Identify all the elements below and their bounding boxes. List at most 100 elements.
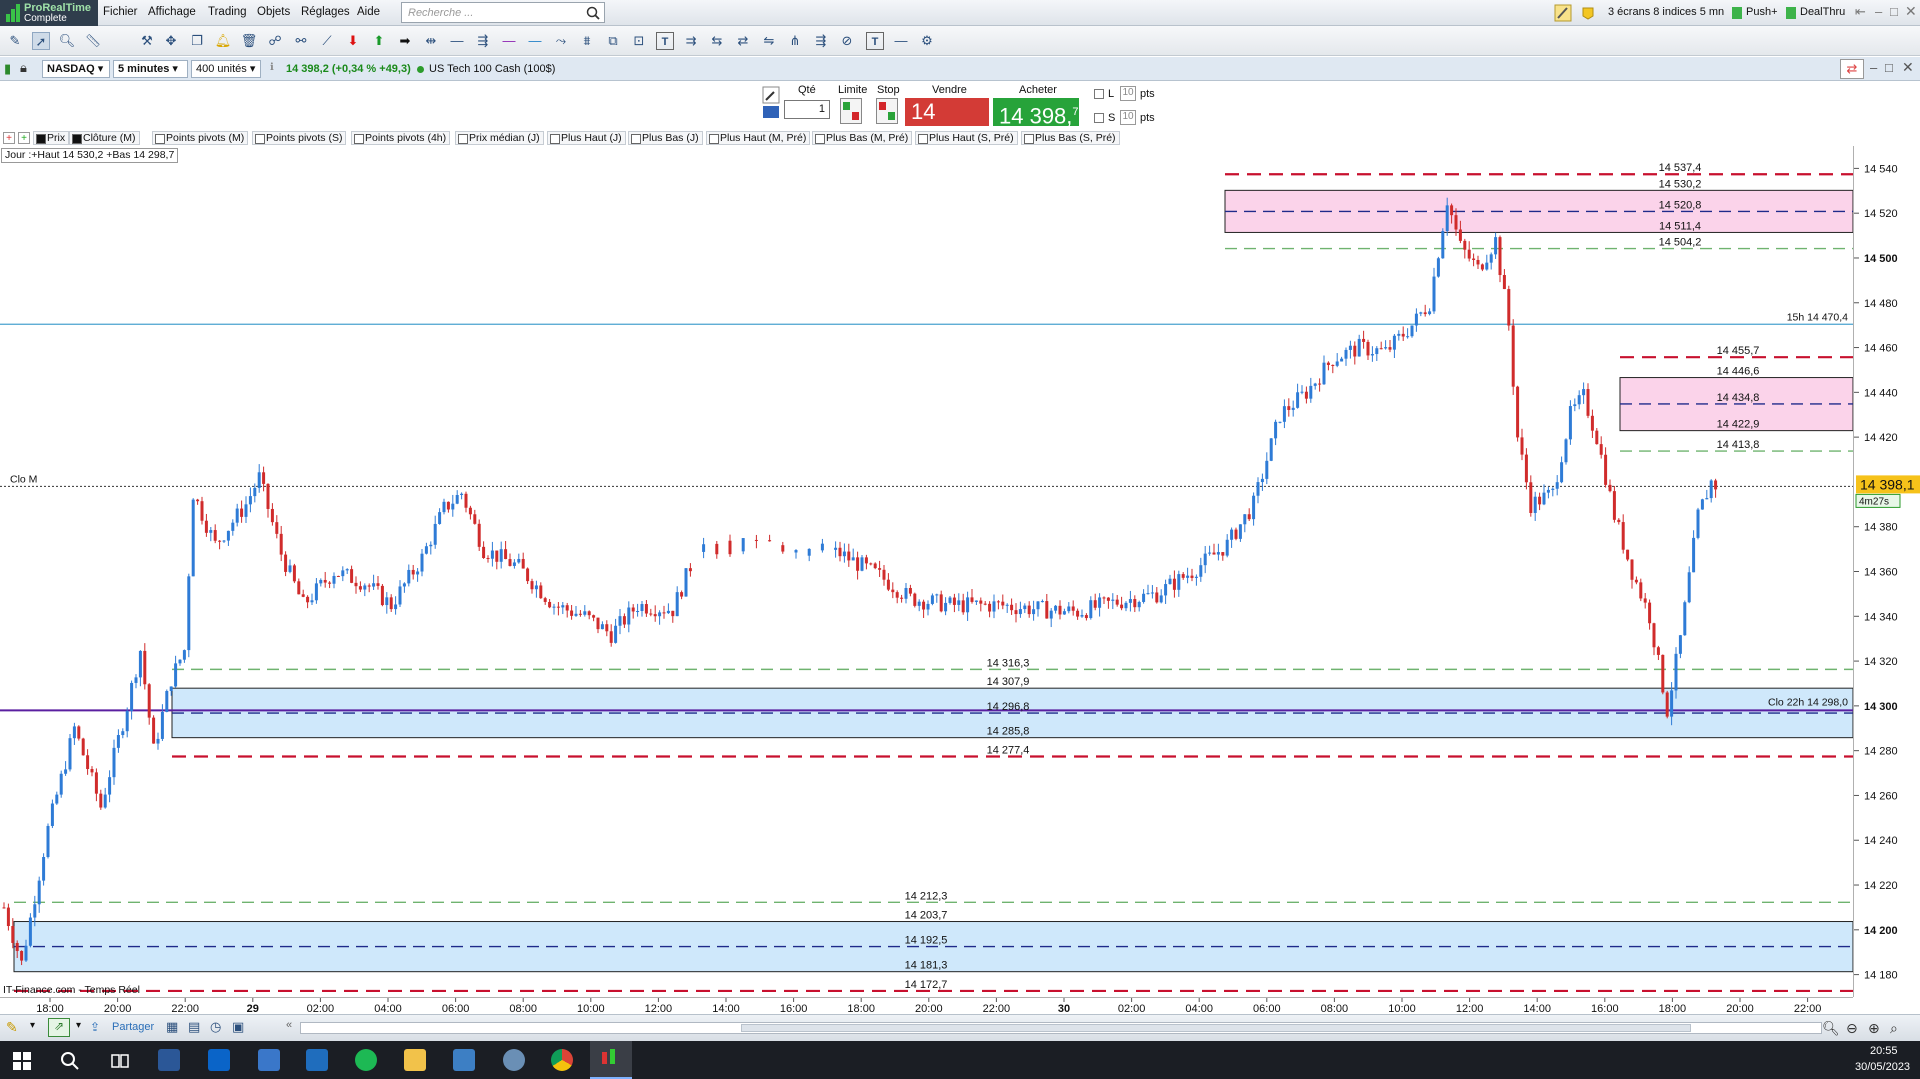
add-chart-icon[interactable]: ⇗	[48, 1018, 70, 1037]
segment-icon[interactable]: ⟋	[318, 32, 336, 50]
indicator-pivots-m[interactable]: Points pivots (M)	[152, 131, 249, 145]
stop-pts-input[interactable]: 10	[1120, 110, 1136, 125]
line-icon[interactable]: —	[448, 32, 466, 50]
indicator-plus-bas-m-pre[interactable]: Plus Bas (M, Pré)	[812, 131, 913, 145]
purple-line-icon[interactable]: —	[500, 32, 518, 50]
indicator-prix[interactable]: Prix	[33, 131, 70, 145]
pencil-icon[interactable]	[1554, 4, 1572, 22]
window-maximize-icon[interactable]: □	[1890, 4, 1898, 19]
stop-order-button[interactable]	[876, 98, 898, 124]
settings-icon[interactable]: ⚙	[918, 32, 936, 50]
window-close-icon[interactable]: ✕	[1905, 3, 1917, 20]
zoom-out-icon[interactable]: ⊖	[1846, 1020, 1858, 1037]
chrome-app-icon[interactable]	[551, 1049, 573, 1071]
ellipse-icon[interactable]: ⊘	[838, 32, 856, 50]
menu-aide[interactable]: Aide	[357, 6, 380, 18]
calculator-app-icon[interactable]	[453, 1049, 475, 1071]
scrollbar-thumb[interactable]	[741, 1024, 1691, 1032]
add-overlay-icon[interactable]: +	[18, 132, 30, 144]
zoom-icon[interactable]: 🔍︎	[58, 32, 76, 50]
task-view-icon[interactable]	[110, 1051, 130, 1071]
indicator-pivots-s[interactable]: Points pivots (S)	[252, 131, 347, 145]
fibonacci-icon[interactable]: ⩩	[578, 32, 596, 50]
menu-fichier[interactable]: Fichier	[103, 6, 138, 18]
measure-icon[interactable]: ⚒	[138, 32, 156, 50]
screen-icon[interactable]: ▣	[232, 1019, 244, 1035]
time-axis[interactable]: 18:00 20:00 22:00 29 02:00 04:00 06:00 08:00 10:…	[0, 997, 1853, 1014]
bottom-pencil-icon[interactable]: ✎	[6, 1019, 18, 1036]
link-icon[interactable]: ⚯	[292, 32, 310, 50]
limit-checkbox[interactable]	[1094, 89, 1104, 99]
arrow-up-icon[interactable]: ⬆	[370, 32, 388, 50]
trash-icon[interactable]: 🗑︎	[240, 32, 258, 50]
hline-2-icon[interactable]: —	[892, 32, 910, 50]
clock-icon[interactable]: ◷	[210, 1019, 221, 1035]
move-icon[interactable]: ✥	[162, 32, 180, 50]
push-button[interactable]: Push+	[1746, 6, 1778, 18]
indicator-plus-bas-j[interactable]: Plus Bas (J)	[628, 131, 703, 145]
share-button[interactable]: Partager	[112, 1021, 154, 1033]
draw-pencil-icon[interactable]: ✎	[6, 32, 24, 50]
limit-pts-input[interactable]: 10	[1120, 86, 1136, 101]
stop-checkbox[interactable]	[1094, 113, 1104, 123]
search-input[interactable]: Recherche ...	[408, 7, 473, 19]
indicator-plus-haut-j[interactable]: Plus Haut (J)	[547, 131, 626, 145]
add-indicator-icon[interactable]: +	[3, 132, 15, 144]
store-app-icon[interactable]	[208, 1049, 230, 1071]
hline-icon[interactable]: ⇹	[422, 32, 440, 50]
chart-minimize-icon[interactable]: –	[1870, 60, 1877, 75]
indicator-plus-haut-m-pre[interactable]: Plus Haut (M, Pré)	[706, 131, 811, 145]
mail-app-icon[interactable]	[258, 1049, 280, 1071]
lock-icon[interactable]: 🔒︎	[20, 60, 27, 76]
sell-button[interactable]: 14 397,7	[905, 98, 989, 156]
spotify-app-icon[interactable]	[355, 1049, 377, 1071]
fib-retrace-icon[interactable]: ⇆	[708, 32, 726, 50]
taskbar-search-icon[interactable]	[60, 1051, 80, 1071]
add-chart-arrow-icon[interactable]: ▾	[76, 1020, 81, 1031]
chart-close-icon[interactable]: ✕	[1902, 59, 1914, 76]
fib-ext-icon[interactable]: ⇄	[734, 32, 752, 50]
settings-app-icon[interactable]	[503, 1049, 525, 1071]
rectangle-icon[interactable]: ⊡	[630, 32, 648, 50]
search-box[interactable]: Recherche ...	[401, 2, 605, 23]
refresh-icon[interactable]: ⇄	[1840, 59, 1864, 79]
cycle-icon[interactable]: ⇶	[812, 32, 830, 50]
calendar-icon[interactable]: ▦	[166, 1019, 178, 1035]
explorer-app-icon[interactable]	[404, 1049, 426, 1071]
indicator-cloture-m[interactable]: Clôture (M)	[69, 131, 140, 145]
channel-2-icon[interactable]: ⇉	[682, 32, 700, 50]
chart-maximize-icon[interactable]: □	[1885, 60, 1893, 75]
chart-type-icon[interactable]: ▮	[4, 61, 11, 77]
alert-icon[interactable]	[1580, 5, 1596, 21]
timeframe-select[interactable]: 5 minutes ▾	[113, 60, 188, 78]
indicator-prix-median-j[interactable]: Prix médian (J)	[455, 131, 544, 145]
indicator-plus-bas-s-pre[interactable]: Plus Bas (S, Pré)	[1021, 131, 1120, 145]
label-tool-icon[interactable]: T	[866, 32, 884, 50]
blue-line-icon[interactable]: —	[526, 32, 544, 50]
menu-affichage[interactable]: Affichage	[148, 6, 196, 18]
indicator-pivots-4h[interactable]: Points pivots (4h)	[351, 131, 451, 145]
gann-icon[interactable]: ⇋	[760, 32, 778, 50]
dealthru-button[interactable]: DealThru	[1800, 6, 1845, 18]
copy-icon[interactable]: ❐	[188, 32, 206, 50]
qty-input[interactable]: 1	[784, 100, 830, 119]
zoom-in-icon[interactable]: ⊕	[1868, 1020, 1880, 1037]
buy-button[interactable]: 14 398,7	[993, 98, 1079, 128]
arrow-down-icon[interactable]: ⬇	[344, 32, 362, 50]
news-icon[interactable]: ▤	[188, 1019, 200, 1035]
price-chart[interactable]: 14 537,4 14 530,2 14 520,8 14 511,4 14 504,2…	[0, 146, 1853, 997]
arrow-right-icon[interactable]: ➡	[396, 32, 414, 50]
horizontal-scrollbar[interactable]	[300, 1022, 1822, 1034]
price-axis[interactable]: 14 540 14 520 14 500 14 480 14 460 14 440 14 4…	[1853, 146, 1920, 997]
regression-icon[interactable]: ⤳	[552, 32, 570, 50]
zoom-fit-icon[interactable]: 🔍︎	[1822, 1020, 1840, 1037]
menu-objets[interactable]: Objets	[257, 6, 290, 18]
bell-icon[interactable]: 🔔︎	[214, 32, 232, 50]
search-icon[interactable]	[586, 6, 600, 20]
workspace-layout[interactable]: 3 écrans 8 indices 5 mn	[1608, 6, 1724, 18]
prorealtime-task-button[interactable]	[590, 1041, 632, 1079]
window-restore-icon[interactable]: ⇤	[1855, 4, 1866, 20]
text-tool-icon[interactable]: T	[656, 32, 674, 50]
units-select[interactable]: 400 unités ▾	[191, 60, 261, 78]
fib-fan-icon[interactable]: ⧉	[604, 32, 622, 50]
